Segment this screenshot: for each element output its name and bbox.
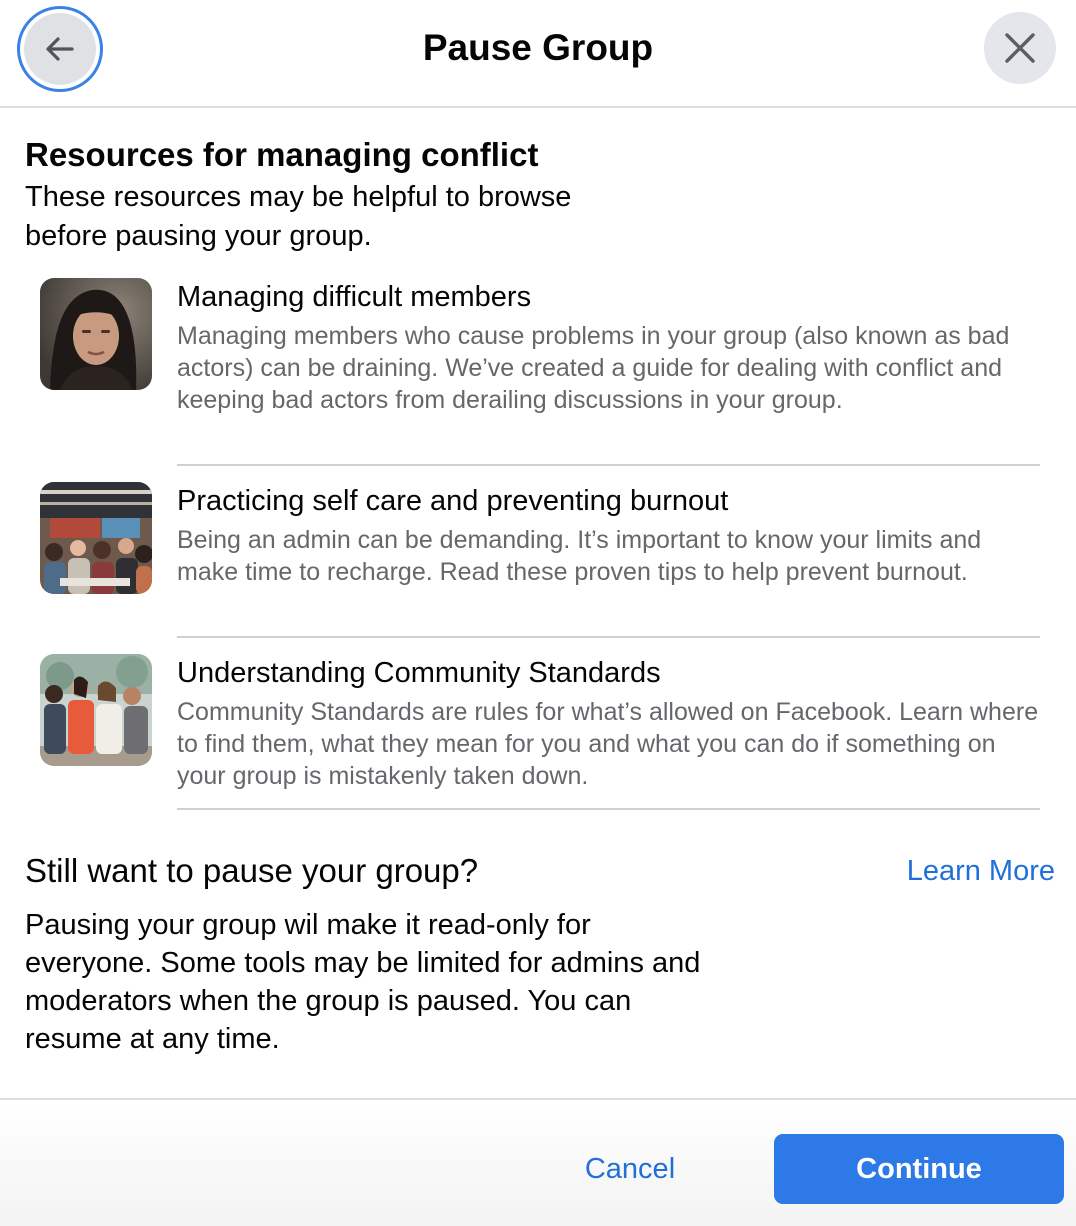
resources-subtext: These resources may be helpful to browse…	[25, 181, 572, 252]
resource-title[interactable]: Practicing self care and preventing burn…	[177, 482, 728, 520]
pause-heading: Still want to pause your group?	[25, 852, 479, 889]
pause-description: Pausing your group wil make it read-only…	[25, 909, 701, 1055]
close-button[interactable]	[984, 12, 1056, 84]
pause-group-dialog: Pause Group Resources for managing confl…	[0, 0, 1076, 1226]
divider	[177, 808, 1040, 810]
dialog-footer: Cancel Continue	[0, 1098, 1076, 1226]
dialog-header: Pause Group	[0, 0, 1076, 108]
resource-title[interactable]: Understanding Community Standards	[177, 654, 661, 692]
resource-description: Managing members who cause problems in y…	[177, 322, 1010, 414]
resource-thumbnail-portrait[interactable]	[40, 278, 152, 390]
cancel-button[interactable]: Cancel	[560, 1134, 700, 1204]
continue-button[interactable]: Continue	[774, 1134, 1064, 1204]
resources-heading: Resources for managing conflict	[25, 136, 539, 173]
dialog-title: Pause Group	[422, 27, 654, 68]
resource-description: Being an admin can be demanding. It’s im…	[177, 526, 982, 586]
resource-item-community-standards[interactable]: Understanding Community Standards Commun…	[40, 654, 1040, 814]
resource-item-difficult-members[interactable]: Managing difficult members Managing memb…	[40, 278, 1040, 468]
divider	[177, 636, 1040, 638]
resource-title[interactable]: Managing difficult members	[177, 278, 531, 316]
resource-thumbnail-group-meeting[interactable]	[40, 482, 152, 594]
learn-more-link[interactable]: Learn More	[907, 852, 1055, 890]
divider	[177, 464, 1040, 466]
close-icon	[1005, 33, 1035, 63]
resource-item-self-care[interactable]: Practicing self care and preventing burn…	[40, 482, 1040, 642]
resource-thumbnail-friends-group[interactable]	[40, 654, 152, 766]
resource-description: Community Standards are rules for what’s…	[177, 698, 1039, 790]
